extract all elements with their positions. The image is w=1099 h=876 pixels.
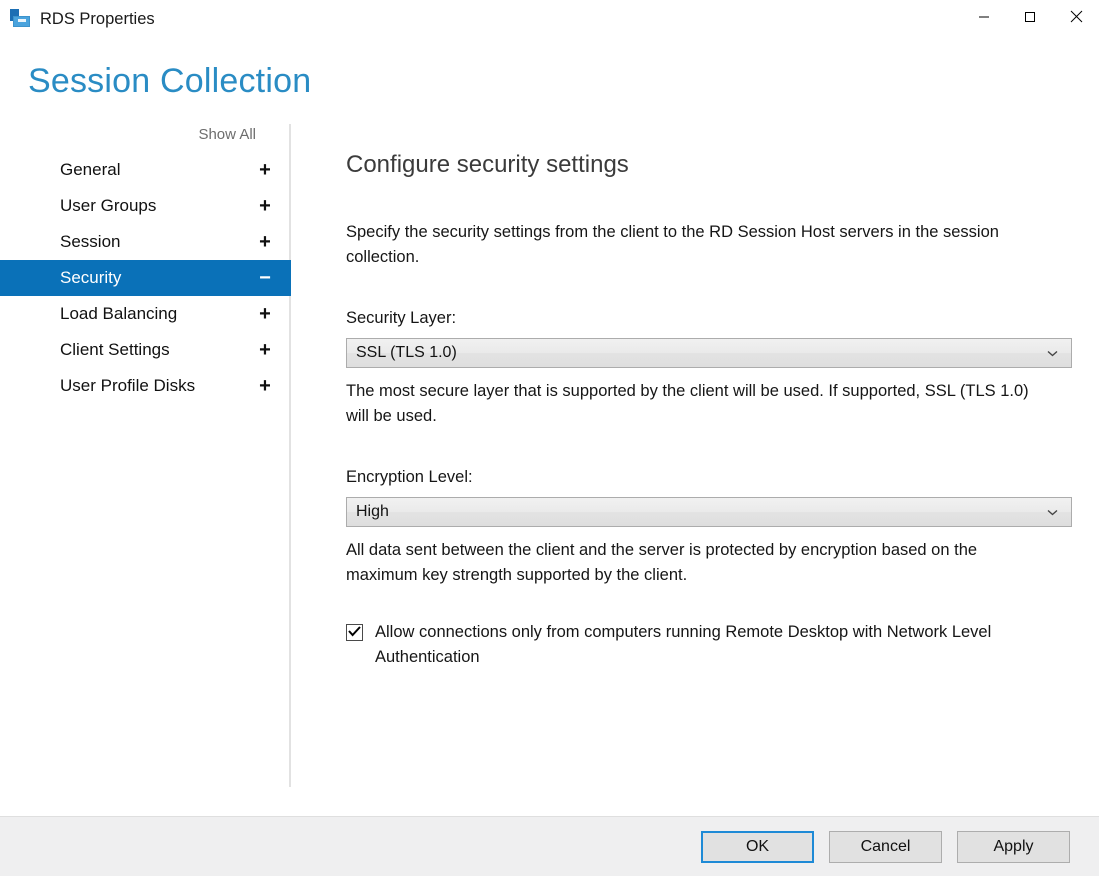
security-layer-label: Security Layer: xyxy=(346,309,457,327)
sidebar-item-session[interactable]: Session + xyxy=(0,224,291,260)
minus-icon: − xyxy=(259,267,271,289)
settings-nav: Show All General + User Groups + Session… xyxy=(0,124,291,816)
plus-icon: + xyxy=(259,375,271,397)
sidebar-item-client-settings[interactable]: Client Settings + xyxy=(0,332,291,368)
maximize-button[interactable] xyxy=(1007,0,1053,33)
nav-item-label: Security xyxy=(60,268,122,287)
content-description: Specify the security settings from the c… xyxy=(346,223,999,266)
rds-server-icon xyxy=(9,9,31,29)
plus-icon: + xyxy=(259,231,271,253)
ok-button[interactable]: OK xyxy=(701,830,814,863)
sidebar-item-user-profile-disks[interactable]: User Profile Disks + xyxy=(0,368,291,404)
security-layer-helper: The most secure layer that is supported … xyxy=(346,382,1029,425)
maximize-icon xyxy=(1024,11,1036,23)
window-controls xyxy=(961,0,1099,33)
apply-button[interactable]: Apply xyxy=(957,830,1070,863)
checkmark-icon xyxy=(348,624,361,642)
sidebar-item-security[interactable]: Security − xyxy=(0,260,291,296)
nav-item-label: User Groups xyxy=(60,196,157,215)
nav-item-label: User Profile Disks xyxy=(60,376,196,395)
nav-item-label: General xyxy=(60,160,121,179)
rds-properties-window: RDS Properties Session Collection Show A… xyxy=(0,0,1099,876)
cancel-button[interactable]: Cancel xyxy=(829,830,942,863)
nav-item-label: Session xyxy=(60,232,121,251)
security-layer-select[interactable]: SSL (TLS 1.0) xyxy=(346,338,1072,368)
encryption-level-helper: All data sent between the client and the… xyxy=(346,541,978,584)
minimize-button[interactable] xyxy=(961,0,1007,33)
plus-icon: + xyxy=(259,159,271,181)
nav-item-label: Load Balancing xyxy=(60,304,178,323)
sidebar-item-user-groups[interactable]: User Groups + xyxy=(0,188,291,224)
dialog-footer: OK Cancel Apply xyxy=(0,816,1099,876)
title-bar-left: RDS Properties xyxy=(0,0,155,32)
nla-checkbox-row[interactable]: Allow connections only from computers ru… xyxy=(346,620,1058,670)
nla-checkbox-label: Allow connections only from computers ru… xyxy=(375,623,992,666)
sidebar-item-load-balancing[interactable]: Load Balancing + xyxy=(0,296,291,332)
close-icon xyxy=(1070,10,1083,23)
nav-item-label: Client Settings xyxy=(60,340,170,359)
minimize-icon xyxy=(978,11,990,23)
settings-content: Configure security settings Specify the … xyxy=(291,124,1099,816)
encryption-level-select[interactable]: High xyxy=(346,497,1072,527)
close-button[interactable] xyxy=(1053,0,1099,33)
chevron-down-icon xyxy=(1043,350,1061,357)
encryption-level-label: Encryption Level: xyxy=(346,468,473,486)
plus-icon: + xyxy=(259,339,271,361)
sidebar-item-general[interactable]: General + xyxy=(0,152,291,188)
nav-list: General + User Groups + Session + Securi… xyxy=(0,152,291,404)
title-bar: RDS Properties xyxy=(0,0,1099,40)
encryption-level-value: High xyxy=(356,503,389,520)
security-layer-value: SSL (TLS 1.0) xyxy=(356,344,457,361)
show-all-link[interactable]: Show All xyxy=(0,124,291,152)
window-title: RDS Properties xyxy=(40,10,155,28)
dialog-body: Show All General + User Groups + Session… xyxy=(0,102,1099,816)
plus-icon: + xyxy=(259,195,271,217)
chevron-down-icon xyxy=(1043,509,1061,516)
nla-checkbox[interactable] xyxy=(346,624,363,641)
plus-icon: + xyxy=(259,303,271,325)
content-title: Configure security settings xyxy=(346,151,629,178)
page-title: Session Collection xyxy=(28,62,312,100)
